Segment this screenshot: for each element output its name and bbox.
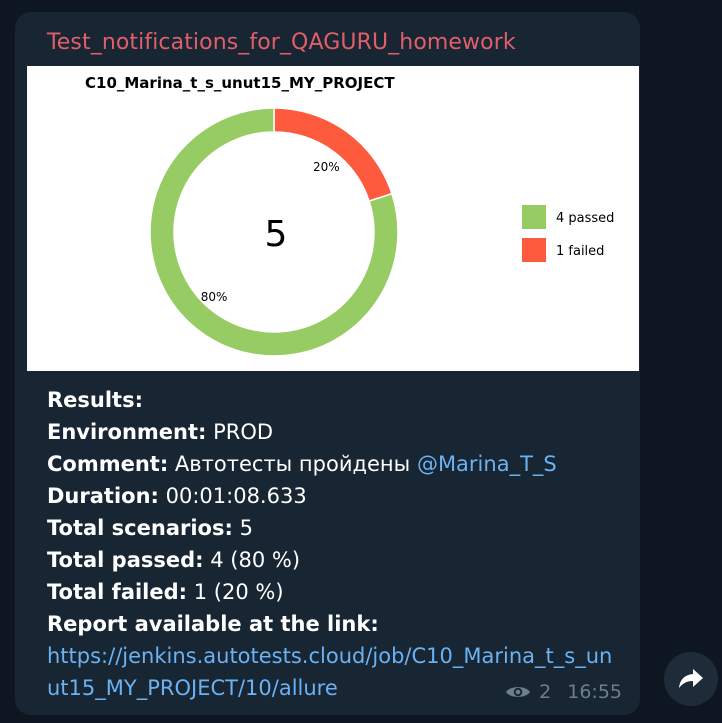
passed-line: Total passed: 4 (80 %) xyxy=(47,548,301,572)
message-text: Results: Environment: PROD Comment: Авто… xyxy=(47,384,632,704)
legend-label: 1 failed xyxy=(556,244,604,259)
failed-line: Total failed: 1 (20 %) xyxy=(47,580,284,604)
center-total-label: 5 xyxy=(265,214,288,255)
mention-link[interactable]: @Marina_T_S xyxy=(417,452,557,476)
message-meta: 2 16:55 xyxy=(505,681,622,703)
chart-title: C10_Marina_t_s_unut15_MY_PROJECT xyxy=(85,74,395,92)
duration-line: Duration: 00:01:08.633 xyxy=(47,484,307,508)
legend-label: 4 passed xyxy=(556,211,614,226)
legend-swatch xyxy=(522,205,546,229)
views-counter: 2 xyxy=(505,681,551,703)
message-time: 16:55 xyxy=(567,681,622,703)
scenarios-line: Total scenarios: 5 xyxy=(47,516,253,540)
views-count: 2 xyxy=(539,681,552,703)
eye-icon xyxy=(506,687,531,697)
slice-percent-label: 80% xyxy=(201,290,228,304)
sender-name[interactable]: Test_notifications_for_QAGURU_homework xyxy=(47,30,516,55)
chart-image[interactable]: C10_Marina_t_s_unut15_MY_PROJECT 20% 80% … xyxy=(27,66,639,371)
report-line: Report available at the link: xyxy=(47,612,379,636)
forward-button[interactable] xyxy=(664,652,718,706)
donut-chart: C10_Marina_t_s_unut15_MY_PROJECT 20%80% … xyxy=(85,74,614,357)
environment-line: Environment: PROD xyxy=(47,420,274,444)
forward-arrow-icon xyxy=(679,669,703,688)
legend-swatch xyxy=(522,238,546,262)
results-heading: Results: xyxy=(47,388,143,412)
message-bubble: Test_notifications_for_QAGURU_homework C… xyxy=(15,12,640,715)
slice-percent-label: 20% xyxy=(313,160,340,174)
comment-line: Comment: Автотесты пройдены @Marina_T_S xyxy=(47,452,557,476)
donut-slice-1-failed xyxy=(273,107,393,203)
